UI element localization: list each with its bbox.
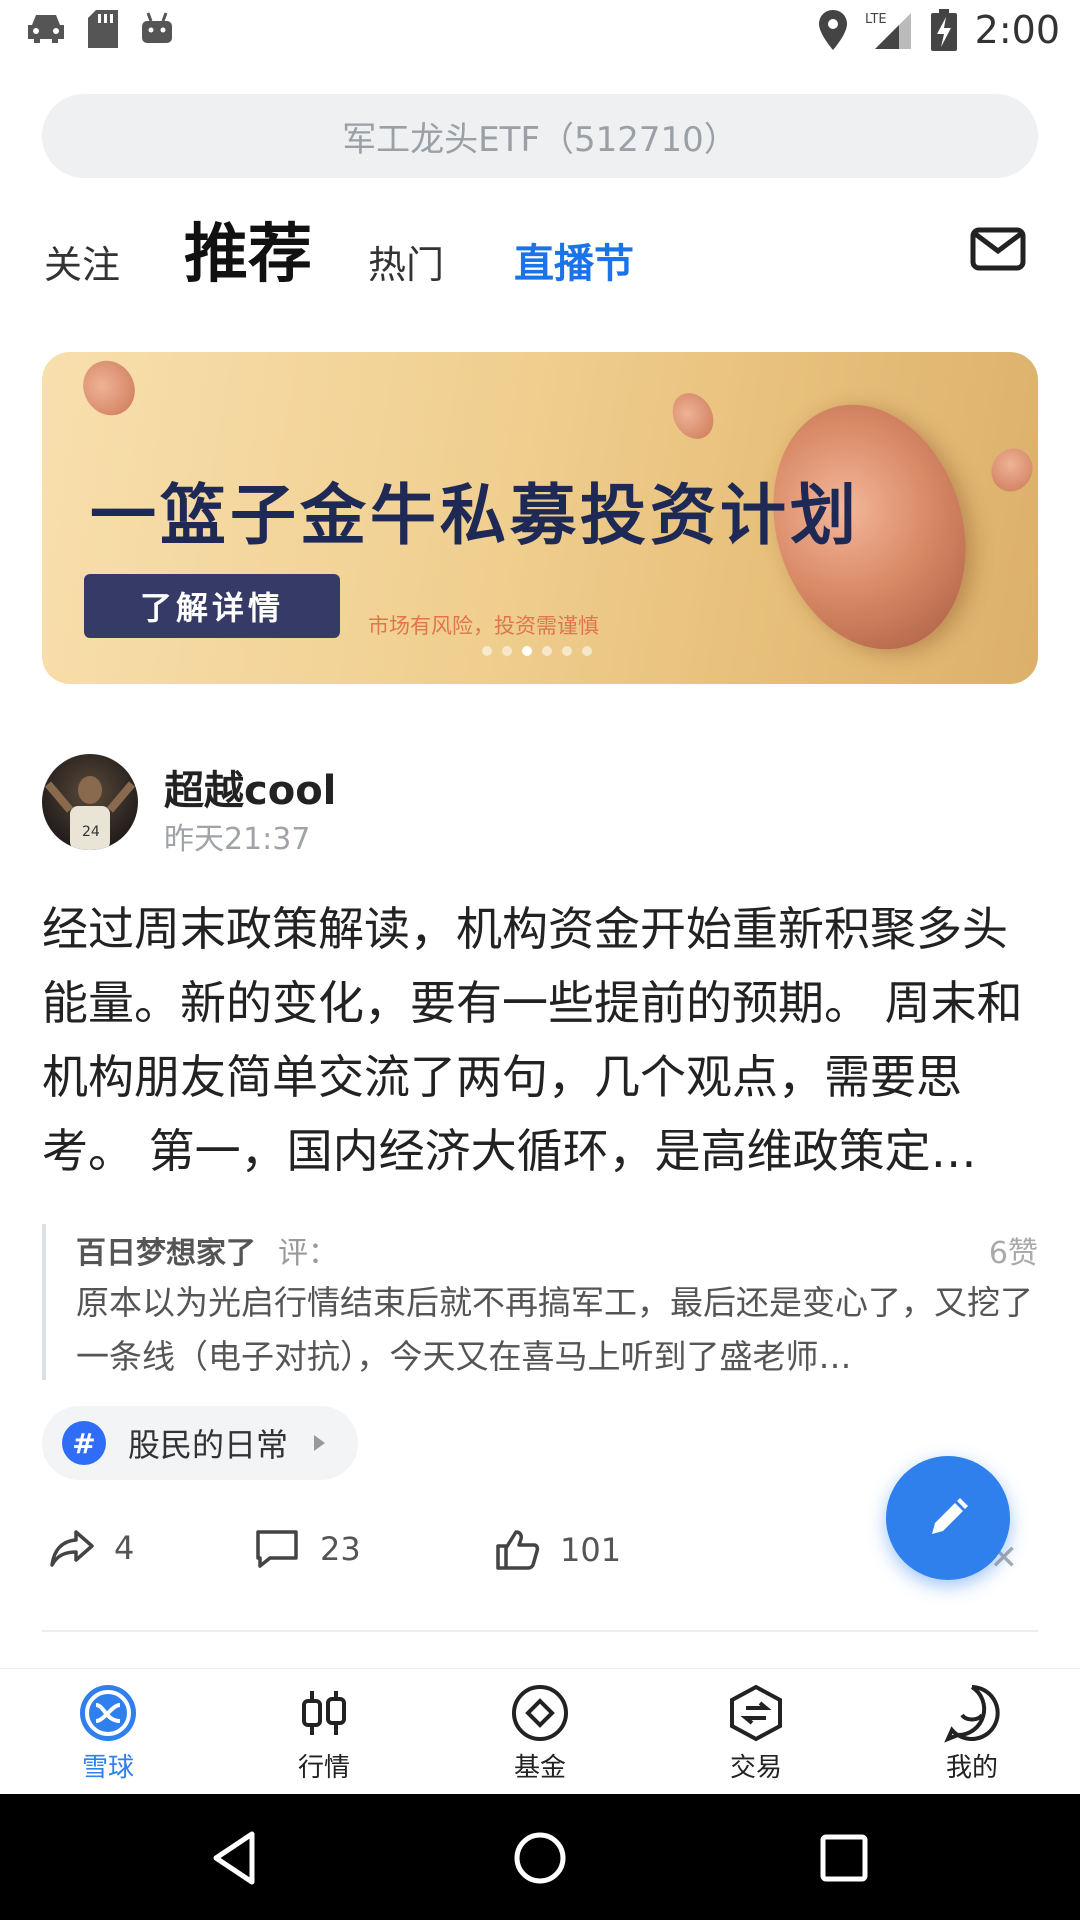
location-icon xyxy=(818,10,847,50)
back-icon[interactable] xyxy=(206,1828,266,1888)
tab-live-festival[interactable]: 直播节 xyxy=(514,231,634,289)
carousel-dot xyxy=(582,646,592,656)
svg-text:LTE: LTE xyxy=(865,12,887,27)
clock: 2:00 xyxy=(974,8,1060,52)
banner-risk-note: 市场有风险，投资需谨慎 xyxy=(368,614,599,638)
nav-label: 我的 xyxy=(945,1753,998,1783)
carousel-indicator xyxy=(482,646,592,656)
share-button[interactable]: 4 xyxy=(50,1528,134,1568)
carousel-dot xyxy=(482,646,492,656)
banner-learn-more-button[interactable]: 了解详情 xyxy=(84,574,340,638)
tab-hot[interactable]: 热门 xyxy=(368,234,444,289)
lte-signal-icon: LTE xyxy=(865,12,911,49)
topic-chip[interactable]: # 股民的日常 xyxy=(42,1406,358,1480)
divider xyxy=(42,1630,1038,1632)
nav-me[interactable]: 我的 xyxy=(912,1683,1032,1784)
search-bar[interactable]: 军工龙头ETF（512710） xyxy=(42,94,1038,178)
nav-snowball[interactable]: 雪球 xyxy=(48,1683,168,1784)
recents-icon[interactable] xyxy=(814,1828,874,1888)
status-bar: LTE 2:00 xyxy=(0,0,1080,64)
coin-decoration xyxy=(983,440,1038,500)
comment-text: 原本以为光启行情结束后就不再搞军工，最后还是变心了，又挖了一条线（电子对抗），今… xyxy=(76,1283,1033,1376)
status-bar-left xyxy=(26,10,174,48)
nav-label: 基金 xyxy=(513,1753,566,1783)
comment-count: 23 xyxy=(320,1530,361,1568)
feed-tabs: 关注 推荐 热门 直播节 xyxy=(44,205,1044,295)
comment-button[interactable]: 23 xyxy=(254,1528,361,1570)
like-count: 101 xyxy=(560,1531,622,1569)
home-icon[interactable] xyxy=(510,1828,570,1888)
like-button[interactable]: 101 xyxy=(494,1528,621,1572)
nav-label: 交易 xyxy=(729,1753,782,1783)
chevron-right-icon xyxy=(314,1435,326,1451)
comment-label: 评： xyxy=(278,1236,338,1271)
trade-icon xyxy=(730,1684,782,1742)
snowball-icon xyxy=(80,1685,136,1741)
bottom-nav: 雪球 行情 基金 交易 我的 xyxy=(0,1668,1080,1794)
nav-fund[interactable]: 基金 xyxy=(480,1683,600,1784)
comment-likes: 6赞 xyxy=(988,1236,1038,1271)
nav-market[interactable]: 行情 xyxy=(264,1683,384,1784)
sd-card-icon xyxy=(88,10,118,48)
post-author[interactable]: 超越cool xyxy=(164,758,336,816)
share-count: 4 xyxy=(114,1529,135,1567)
carousel-dot xyxy=(502,646,512,656)
share-icon xyxy=(50,1530,94,1567)
hashtag-icon: # xyxy=(62,1421,106,1465)
post-content[interactable]: 经过周末政策解读，机构资金开始重新积聚多头能量。新的变化，要有一些提前的预期。 … xyxy=(42,892,1042,1188)
nav-label: 行情 xyxy=(297,1753,350,1783)
nav-label: 雪球 xyxy=(81,1753,134,1783)
profile-smile-icon xyxy=(944,1685,1000,1743)
status-bar-right: LTE 2:00 xyxy=(818,8,1060,52)
pencil-icon xyxy=(932,1498,968,1534)
coin-decoration xyxy=(73,352,145,425)
svg-text:24: 24 xyxy=(82,824,100,840)
banner-title: 一篮子金牛私募投资计划 xyxy=(90,476,860,554)
comment-icon xyxy=(256,1530,298,1568)
tab-recommend[interactable]: 推荐 xyxy=(184,203,312,295)
coin-decoration xyxy=(664,385,722,447)
system-nav-bar xyxy=(0,1794,1080,1920)
carousel-dot xyxy=(562,646,572,656)
topic-label: 股民的日常 xyxy=(128,1426,289,1464)
carousel-dot-active xyxy=(522,646,532,656)
thumbs-up-icon xyxy=(496,1530,540,1570)
android-icon xyxy=(142,12,172,43)
nav-trade[interactable]: 交易 xyxy=(696,1683,816,1784)
search-placeholder: 军工龙头ETF（512710） xyxy=(342,119,738,160)
tab-follow[interactable]: 关注 xyxy=(44,234,120,289)
avatar[interactable]: 24 xyxy=(42,754,138,850)
mail-icon[interactable] xyxy=(970,225,1026,273)
carousel-dot xyxy=(542,646,552,656)
comment-author[interactable]: 百日梦想家了 xyxy=(76,1228,256,1272)
promo-banner[interactable]: 一篮子金牛私募投资计划 了解详情 市场有风险，投资需谨慎 xyxy=(42,352,1038,684)
avatar-image: 24 xyxy=(44,776,136,850)
post-time: 昨天21:37 xyxy=(164,822,311,857)
candlestick-icon xyxy=(302,1691,346,1735)
battery-charging-icon xyxy=(930,9,957,51)
hot-comment[interactable]: 百日梦想家了 评： 6赞 原本以为光启行情结束后就不再搞军工，最后还是变心了，又… xyxy=(42,1224,1038,1380)
fund-diamond-icon xyxy=(512,1685,568,1741)
compose-button[interactable] xyxy=(886,1456,1010,1580)
car-icon xyxy=(28,15,64,43)
